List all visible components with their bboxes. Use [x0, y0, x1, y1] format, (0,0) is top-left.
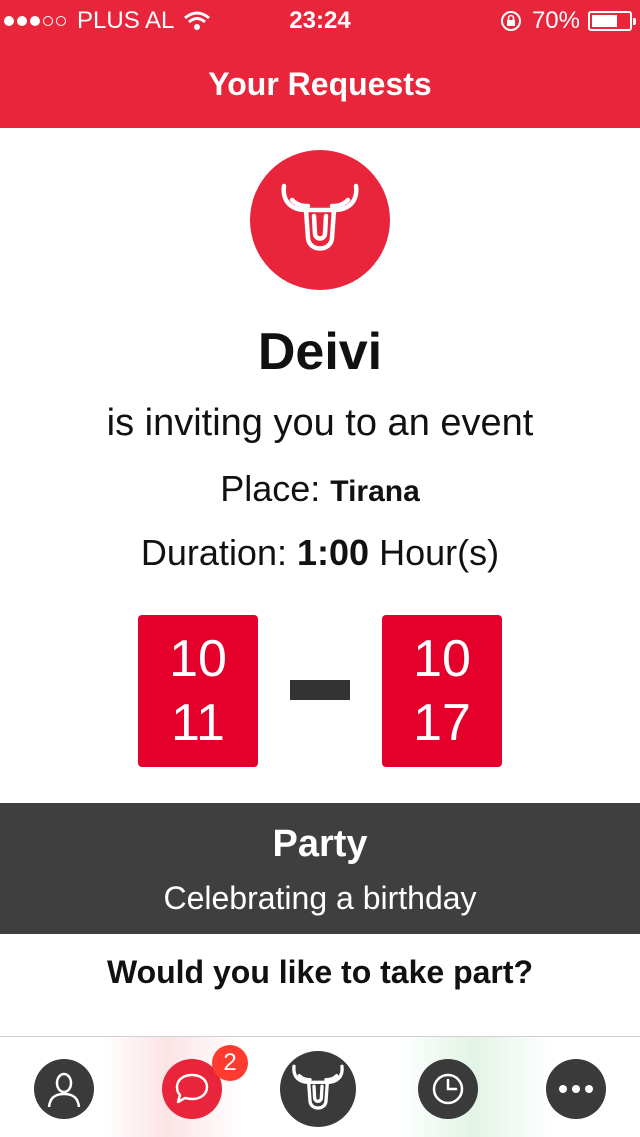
place-label: Place:: [220, 468, 321, 509]
event-subtitle: Celebrating a birthday: [163, 880, 477, 916]
page-title: Your Requests: [0, 40, 640, 128]
tab-history[interactable]: [418, 1059, 478, 1119]
end-date-month: 10: [413, 630, 471, 688]
tab-home[interactable]: [280, 1051, 356, 1127]
place-value: Tirana: [330, 475, 420, 508]
start-date-day: 11: [171, 694, 225, 752]
start-date-month: 10: [169, 630, 227, 688]
tab-bar: [0, 1036, 640, 1137]
status-bar: PLUS AL 23:24 70%: [0, 0, 640, 40]
start-date-box: 10 11: [138, 615, 258, 767]
end-date-box: 10 17: [382, 615, 502, 767]
end-date-day: 17: [413, 694, 471, 752]
rotation-lock-icon: [500, 11, 521, 31]
battery-percent: 70%: [531, 7, 580, 34]
chat-notification-badge: 2: [212, 1045, 248, 1081]
tab-more[interactable]: [546, 1059, 606, 1119]
duration-label: Duration:: [140, 532, 287, 573]
participation-question: Would you like to take part?: [106, 954, 534, 990]
duration-line: Duration: 1:00 Hour(s): [0, 532, 640, 574]
invite-text: is inviting you to an event: [106, 402, 534, 444]
status-right: 70%: [500, 7, 636, 35]
profile-icon: [47, 1072, 81, 1108]
tab-profile[interactable]: [34, 1059, 94, 1119]
chat-icon: [175, 1073, 209, 1104]
more-icon: [559, 1085, 593, 1093]
date-range-separator: [290, 680, 350, 700]
battery-icon: [588, 11, 636, 31]
duration-unit: Hour(s): [379, 532, 500, 573]
place-line: Place: Tirana: [0, 468, 640, 510]
event-title: Party: [272, 823, 368, 865]
clock-icon: [432, 1073, 464, 1105]
inviter-name: Deivi: [257, 323, 383, 381]
bull-logo-icon: [281, 183, 359, 251]
bull-logo: [250, 150, 390, 290]
event-banner: Party Celebrating a birthday: [0, 803, 640, 934]
duration-value: 1:00: [297, 532, 370, 573]
bull-logo-icon: [292, 1064, 344, 1110]
